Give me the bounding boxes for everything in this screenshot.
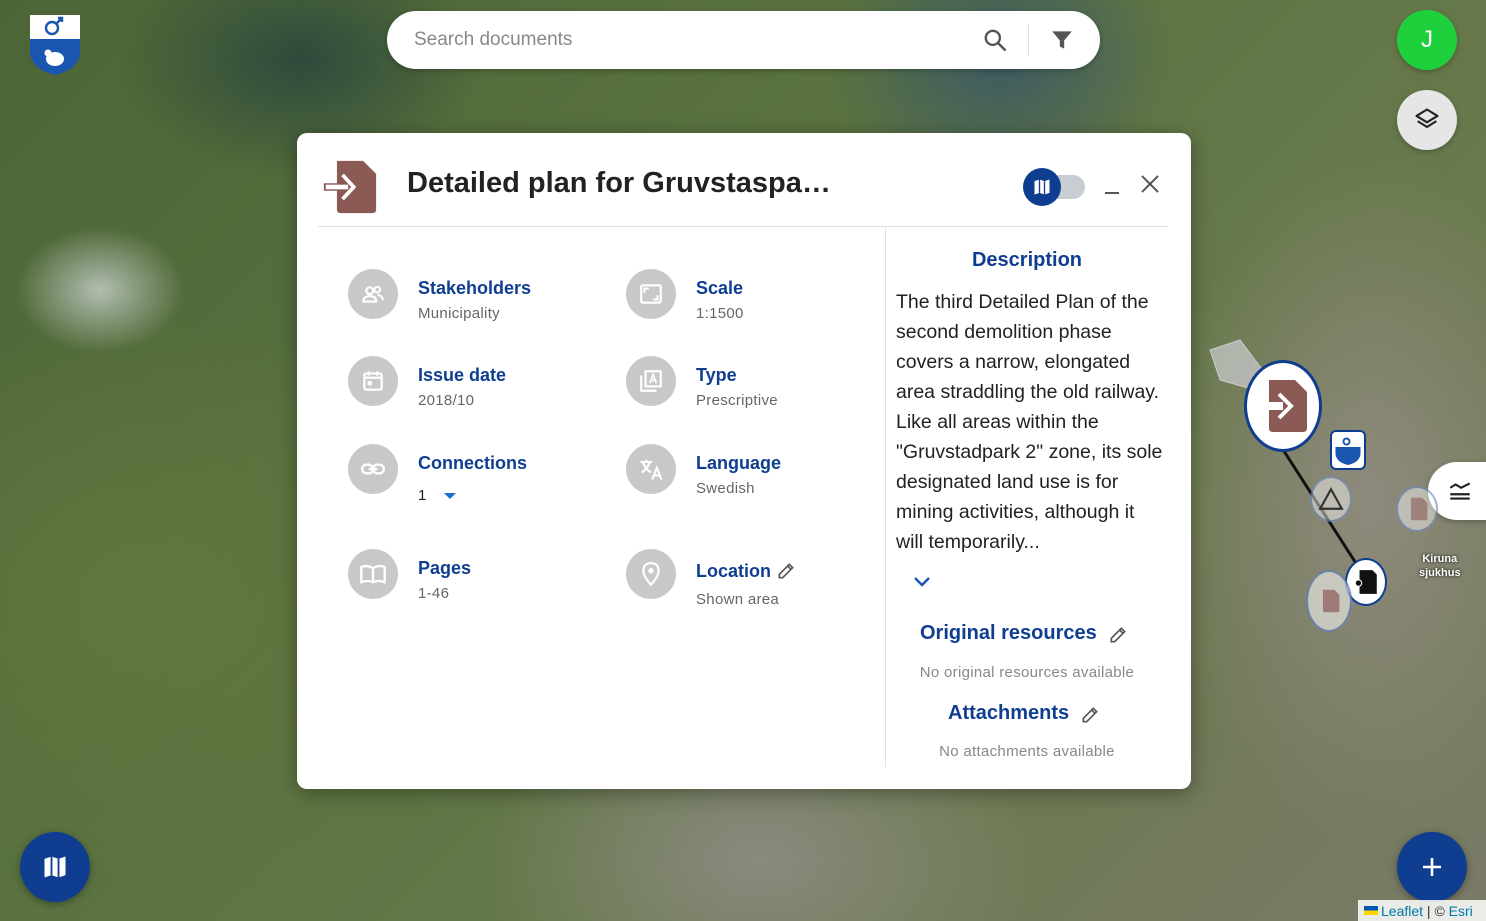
plan-document-icon (323, 160, 377, 214)
language-value: Swedish (696, 480, 755, 497)
map-icon (44, 856, 66, 878)
municipality-shield-icon (1335, 437, 1361, 465)
modal-header: Detailed plan for Gruvstaspa… (318, 133, 1168, 227)
plan-document-icon (1322, 589, 1340, 613)
document-marker-cluster[interactable] (1306, 570, 1352, 632)
stakeholders-value: Municipality (418, 305, 500, 322)
connections-count: 1 (418, 487, 427, 504)
type-icon (626, 356, 676, 406)
scale-label: Scale (696, 278, 744, 298)
user-avatar[interactable]: J (1397, 10, 1457, 70)
close-icon[interactable] (1139, 173, 1161, 195)
description-text: The third Detailed Plan of the second de… (896, 291, 1163, 553)
connections-label: Connections (418, 453, 528, 473)
search-bar (387, 11, 1100, 69)
description-title: Description (971, 249, 1083, 271)
field-location: Location Shown area (626, 549, 856, 619)
field-type: Type Prescriptive (626, 356, 856, 416)
timeline-icon (1449, 482, 1471, 500)
map-view-button[interactable] (20, 832, 90, 902)
expand-description-chevron-icon[interactable] (911, 573, 933, 591)
attribution-separator: | © (1423, 902, 1449, 919)
field-stakeholders: Stakeholders Municipality (348, 269, 598, 329)
map-icon (1034, 179, 1050, 195)
document-detail-modal: Detailed plan for Gruvstaspa… Stakeholde… (297, 133, 1191, 789)
issue-date-label: Issue date (418, 365, 507, 385)
attachments-empty: No attachments available (939, 743, 1115, 760)
place-label-line2: sjukhus (1419, 567, 1461, 579)
column-divider (885, 227, 886, 767)
location-value: Shown area (696, 591, 780, 608)
municipality-marker[interactable] (1330, 430, 1366, 470)
location-pin-icon (626, 549, 676, 599)
field-issue-date: Issue date 2018/10 (348, 356, 598, 416)
scale-value: 1:1500 (696, 305, 744, 322)
show-on-map-toggle[interactable] (1023, 168, 1085, 206)
edit-location-pencil-icon[interactable] (776, 561, 796, 581)
search-icon[interactable] (982, 27, 1008, 53)
user-initial: J (1421, 26, 1433, 53)
field-scale: Scale 1:1500 (626, 269, 856, 329)
add-document-button[interactable] (1397, 832, 1467, 902)
search-input[interactable] (412, 28, 956, 52)
field-pages: Pages 1-46 (348, 549, 598, 609)
connections-value[interactable]: 1 (418, 487, 457, 504)
modal-title: Detailed plan for Gruvstaspa… (407, 167, 831, 199)
plan-document-icon (1257, 380, 1307, 432)
search-divider (1028, 24, 1029, 56)
document-marker-faded[interactable] (1396, 486, 1438, 532)
aspect-ratio-icon (626, 269, 676, 319)
pages-label: Pages (418, 558, 472, 578)
map-attribution: Leaflet | © Esri (1358, 900, 1486, 921)
type-label: Type (696, 365, 737, 385)
minimize-icon[interactable] (1102, 171, 1122, 197)
language-label: Language (696, 453, 782, 473)
people-icon (348, 269, 398, 319)
attachments-title: Attachments (948, 702, 1070, 724)
plus-icon (1423, 858, 1441, 876)
pages-value: 1-46 (418, 585, 450, 602)
type-value: Prescriptive (696, 392, 778, 409)
location-label: Location (696, 561, 771, 581)
field-language: Language Swedish (626, 444, 856, 504)
place-label: Kiruna sjukhus (1419, 552, 1461, 580)
edit-attachments-pencil-icon[interactable] (1080, 705, 1100, 725)
esri-link[interactable]: Esri (1449, 903, 1473, 919)
original-resources-empty: No original resources available (919, 664, 1135, 681)
link-icon (348, 444, 398, 494)
ukraine-flag-icon (1364, 906, 1378, 915)
place-label-line1: Kiruna (1422, 553, 1458, 565)
edit-resources-pencil-icon[interactable] (1108, 625, 1128, 645)
original-resources-title: Original resources (920, 622, 1097, 644)
layers-icon (1415, 108, 1439, 129)
document-marker-selected[interactable] (1244, 360, 1322, 452)
issue-date-value: 2018/10 (418, 392, 475, 409)
calendar-icon (348, 356, 398, 406)
leaflet-link[interactable]: Leaflet (1381, 903, 1423, 919)
translate-icon (626, 444, 676, 494)
field-connections: Connections 1 (348, 444, 598, 514)
toggle-knob (1023, 168, 1061, 206)
filter-icon[interactable] (1049, 27, 1075, 53)
book-icon (348, 549, 398, 599)
chevron-down-icon[interactable] (443, 491, 457, 501)
municipality-logo (30, 15, 80, 75)
warning-marker[interactable] (1310, 476, 1352, 522)
warning-icon (1318, 487, 1344, 510)
plan-document-icon (1410, 497, 1428, 521)
layers-button[interactable] (1397, 90, 1457, 150)
stakeholders-label: Stakeholders (418, 278, 532, 298)
black-document-icon (1354, 570, 1377, 594)
